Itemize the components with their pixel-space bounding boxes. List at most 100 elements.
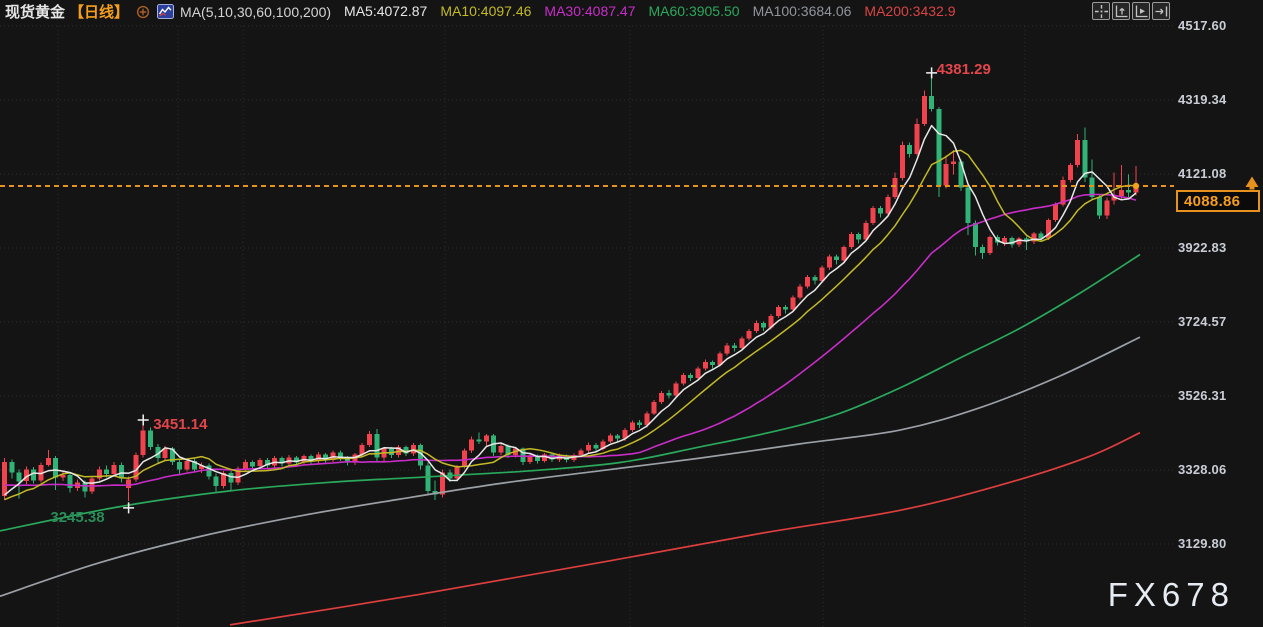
candle-body [900,145,905,178]
candle-body [228,473,233,482]
price-annotation: 3451.14 [153,416,208,433]
candle-body [1075,140,1080,165]
candle-body [652,402,657,413]
axis-tick-label: 4121.08 [1178,166,1226,181]
candle-body [936,109,941,186]
candle-body [885,197,890,214]
candle-body [17,472,22,481]
axis-tick-label: 3526.31 [1178,388,1226,403]
candle-body [243,462,248,469]
ma-value-ma200: MA200:3432.9 [864,3,955,19]
ma-line-ma100 [0,337,1140,596]
axis-scale-up-icon[interactable] [1112,2,1130,20]
candle-body [185,461,190,469]
candle-body [915,124,920,154]
candle-body [53,458,58,477]
candle-body [666,393,671,396]
ma-value-ma10: MA10:4097.46 [440,3,531,19]
timeframe-label[interactable]: 【日线】 [69,1,129,22]
candle-body [827,257,832,268]
candle-body [141,431,146,456]
trading-chart-window: 4381.29 3451.14 3245.38 现货黄金 【日线】 MA(5,10,… [0,0,1263,627]
candle-body [725,345,730,353]
candle-body [754,323,759,331]
circle-plus-icon[interactable] [136,5,150,19]
candle-body [1002,238,1007,243]
candle-body [893,178,898,197]
candle-body [1097,197,1102,216]
candle-body [1053,204,1058,220]
last-price-dot [1133,183,1139,189]
chart-toolbar [1092,2,1170,20]
crosshair-icon[interactable] [1092,2,1110,20]
candle-body [944,164,949,186]
axis-tick-label: 4517.60 [1178,18,1226,33]
candle-body [477,439,482,441]
candle-body [973,223,978,247]
candle-body [834,257,839,261]
candle-body [484,436,489,442]
candle-body [783,307,788,310]
candle-body [1082,140,1087,177]
axis-tick-label: 3922.83 [1178,240,1226,255]
candle-body [703,362,708,369]
chart-header: 现货黄金 【日线】 MA(5,10,30,60,100,200) MA5:407… [5,0,956,23]
candle-body [615,436,620,439]
candle-body [112,465,117,474]
candle-body [586,445,591,451]
candle-body [907,145,912,154]
ma-value-ma100: MA100:3684.06 [753,3,852,19]
candle-body [659,393,664,402]
candle-body [90,479,95,492]
candle-body [630,423,635,431]
candle-body [710,362,715,365]
ma-group-label: MA(5,10,30,60,100,200) [180,4,331,20]
candle-body [258,460,263,466]
candle-body [214,477,219,486]
chart-logo-icon [157,4,174,19]
axis-tick-label: 3328.06 [1178,462,1226,477]
candle-body [367,434,372,445]
candle-body [9,462,14,473]
candle-body [1126,190,1131,192]
candle-body [681,375,686,383]
axis-tick-label: 4319.34 [1178,92,1226,107]
symbol-title: 现货黄金 [5,1,65,22]
candle-body [119,465,124,479]
candle-body [988,237,993,253]
axis-tick-label: 3129.80 [1178,536,1226,551]
candle-body [1068,165,1073,180]
candlestick-chart-canvas[interactable]: 4381.29 3451.14 3245.38 [0,0,1263,627]
price-up-arrow-icon [1246,177,1259,188]
candle-body [2,462,7,496]
candle-body [498,446,503,452]
candle-body [747,331,752,339]
candle-body [1104,201,1109,216]
candle-body [688,375,693,378]
candle-body [812,277,817,281]
ma-value-ma5: MA5:4072.87 [344,3,427,19]
ma-line-ma30 [5,195,1137,487]
candle-body [761,323,766,328]
candle-body [790,298,795,310]
go-to-latest-icon[interactable] [1152,2,1170,20]
last-price-tag: 4088.86 [1176,190,1260,212]
candle-body [980,247,985,253]
candle-body [469,439,474,450]
price-annotation: 4381.29 [937,61,991,78]
ma-value-ma60: MA60:3905.50 [648,3,739,19]
candle-body [878,208,883,214]
candle-body [966,188,971,224]
candle-body [856,234,861,240]
axis-scale-right-icon[interactable] [1132,2,1150,20]
price-annotation: 3245.38 [50,509,104,526]
high-cross-marker [138,415,149,426]
candle-body [177,462,182,470]
candle-body [579,451,584,456]
ma-value-ma30: MA30:4087.47 [544,3,635,19]
candle-body [1119,190,1124,196]
candle-body [674,383,679,395]
candles-group [2,77,1139,501]
candle-body [593,445,598,449]
candle-body [805,277,810,286]
